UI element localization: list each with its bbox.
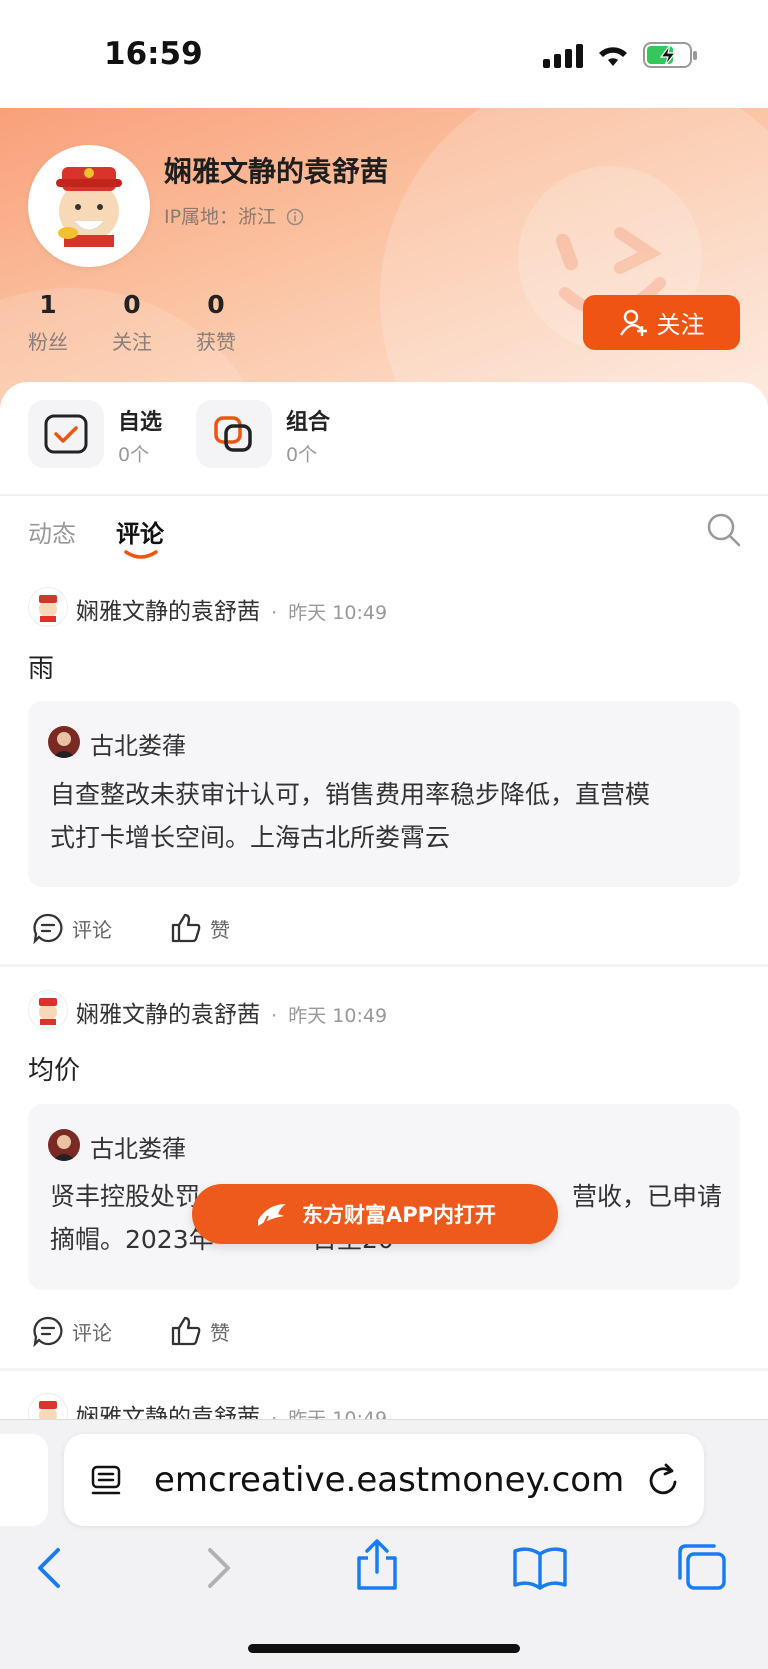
ip-location: IP属地：浙江 <box>164 202 304 229</box>
quote-author[interactable]: 古北娄葎 <box>90 1129 186 1164</box>
quote-author[interactable]: 古北娄葎 <box>90 726 186 761</box>
stat-following-count[interactable]: 0 <box>102 290 162 319</box>
like-action[interactable]: 赞 <box>170 1315 230 1347</box>
post-time: 昨天 10:49 <box>288 602 388 624</box>
portfolio-icon <box>214 416 252 452</box>
quote-text-line2: 式打卡增长空间。上海古北所娄霄云 <box>50 823 451 852</box>
add-user-icon <box>619 309 647 336</box>
post-separator <box>0 1368 768 1371</box>
url-text[interactable]: emcreative.eastmoney.com <box>154 1460 624 1500</box>
post-author-avatar[interactable] <box>28 990 68 1030</box>
like-action-label: 赞 <box>210 917 230 942</box>
quote-author-avatar[interactable] <box>48 726 80 758</box>
follow-button-label: 关注 <box>656 311 705 339</box>
tab-comments[interactable]: 评论 <box>116 514 164 549</box>
comment-action-label: 评论 <box>72 1320 112 1345</box>
reload-icon[interactable] <box>646 1462 682 1500</box>
portfolio-count: 0个 <box>286 444 318 466</box>
post-author[interactable]: 娴雅文静的袁舒茜 <box>76 1002 260 1028</box>
caishen-avatar-icon <box>56 167 122 247</box>
comment-action[interactable]: 评论 <box>32 912 112 944</box>
watchlist-title[interactable]: 自选 <box>118 404 162 436</box>
post-time-dot: · <box>271 1005 278 1027</box>
bookmarks-icon[interactable] <box>512 1546 568 1590</box>
eastmoney-logo-icon <box>257 1204 286 1226</box>
comment-action-label: 评论 <box>72 917 112 942</box>
person-photo-icon <box>52 732 76 758</box>
profile-name: 娴雅文静的袁舒茜 <box>164 155 389 188</box>
active-tab-indicator <box>124 550 158 559</box>
search-icon[interactable] <box>706 512 742 548</box>
stat-fans-count[interactable]: 1 <box>18 290 78 319</box>
profile-avatar[interactable] <box>28 145 150 267</box>
assets-card <box>0 382 768 494</box>
post-time: 昨天 10:49 <box>288 1005 388 1027</box>
caishen-avatar-icon <box>39 595 57 622</box>
status-time: 16:59 <box>104 36 203 72</box>
person-photo-icon <box>52 1135 76 1161</box>
caishen-avatar-icon <box>39 998 57 1025</box>
quote-text-line1: 贤丰控股处罚 <box>50 1182 201 1211</box>
forward-icon[interactable] <box>204 1546 234 1590</box>
watchlist-tile[interactable] <box>28 400 104 468</box>
info-icon[interactable] <box>286 208 304 226</box>
post-author[interactable]: 娴雅文静的袁舒茜 <box>76 599 260 625</box>
thumbs-up-icon <box>171 913 201 943</box>
back-icon[interactable] <box>34 1546 64 1590</box>
status-bar: 16:59 <box>0 0 768 108</box>
comment-icon <box>33 1316 63 1347</box>
wifi-icon <box>599 47 627 66</box>
post-time-dot: · <box>271 602 278 624</box>
portfolio-tile[interactable] <box>196 400 272 468</box>
reader-mode-icon[interactable] <box>90 1464 124 1498</box>
home-indicator[interactable] <box>248 1644 520 1653</box>
like-action-label: 赞 <box>210 1320 230 1345</box>
post-separator <box>0 964 768 967</box>
comment-action[interactable]: 评论 <box>32 1315 112 1347</box>
follow-button[interactable]: 关注 <box>583 295 740 350</box>
like-action[interactable]: 赞 <box>170 912 230 944</box>
watchlist-check-icon <box>44 414 88 454</box>
comment-icon <box>33 913 63 944</box>
portfolio-title[interactable]: 组合 <box>286 404 330 436</box>
share-icon[interactable] <box>354 1538 400 1592</box>
open-in-app-button[interactable]: 东方财富APP内打开 <box>192 1184 558 1244</box>
stat-likes-count: 0 <box>207 290 225 319</box>
quote-author-avatar[interactable] <box>48 1129 80 1161</box>
quote-text-line1-tail: 营收，已申请 <box>572 1182 723 1211</box>
post-text[interactable]: 均价 <box>28 1050 80 1087</box>
quote-text-line1: 自查整改未获审计认可，销售费用率稳步降低，直营模 <box>50 780 651 809</box>
post-meta: 娴雅文静的袁舒茜 · 昨天 10:49 <box>76 995 387 1029</box>
watchlist-count: 0个 <box>118 444 150 466</box>
stat-likes-label: 获赞 <box>196 330 236 354</box>
divider <box>0 494 768 496</box>
post-text[interactable]: 雨 <box>28 648 54 685</box>
previous-tab-pill[interactable] <box>0 1434 48 1526</box>
cellular-signal-icon <box>543 44 583 68</box>
tabs-icon[interactable] <box>676 1542 728 1592</box>
tab-dynamics[interactable]: 动态 <box>28 514 76 549</box>
stat-following-label[interactable]: 关注 <box>102 326 162 355</box>
post-meta: 娴雅文静的袁舒茜 · 昨天 10:49 <box>76 592 387 626</box>
post-author-avatar[interactable] <box>28 587 68 627</box>
stat-fans-label[interactable]: 粉丝 <box>18 326 78 355</box>
ip-location-text: IP属地：浙江 <box>164 206 277 228</box>
quote-text-line2: 摘帽。2023年 <box>50 1225 214 1254</box>
open-in-app-label: 东方财富APP内打开 <box>301 1203 497 1227</box>
battery-charging-icon <box>643 42 697 68</box>
thumbs-up-icon <box>171 1316 201 1346</box>
